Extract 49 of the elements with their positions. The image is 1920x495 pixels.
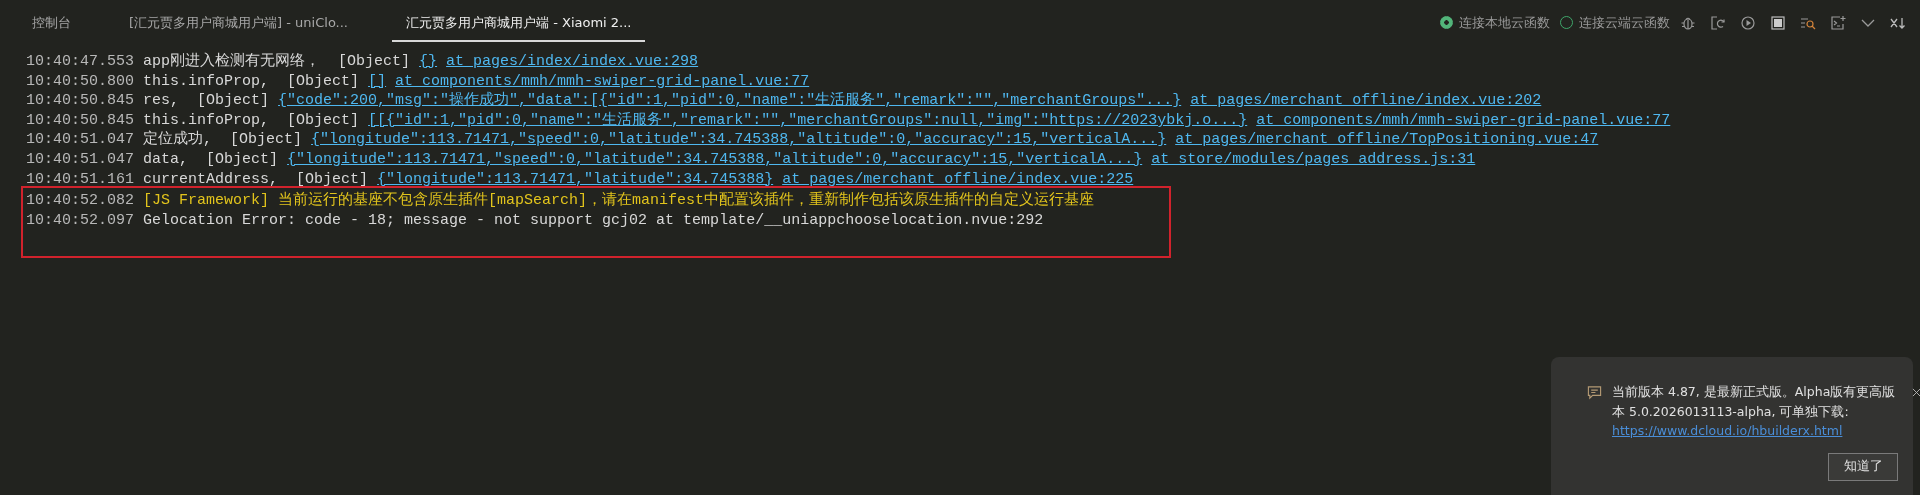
log-timestamp: 10:40:52.097	[26, 210, 135, 231]
download-link[interactable]: https://www.dcloud.io/hbuilderx.html	[1612, 423, 1843, 438]
warning-message: [JS Framework] 当前运行的基座不包含原生插件[mapSearch]，请在manifest中配置该插件，重新制作包括该原生插件的自定义运行基座	[143, 191, 1095, 211]
object-label: [Object]	[287, 71, 360, 92]
object-label: [Object]	[287, 110, 360, 131]
object-value-link[interactable]: {"longitude":113.71471,"speed":0,"latitude":34.745388,"altitude":0,"accuracy":15,"verticalA...}	[311, 130, 1167, 150]
log-message: 定位成功,	[143, 130, 213, 150]
log-timestamp: 10:40:50.845	[26, 110, 135, 131]
object-value-link[interactable]: {"code":200,"msg":"操作成功","data":[{"id":1,"pid":0,"name":"生活服务","remark":"","merchantGroups"...}	[278, 91, 1182, 111]
source-location-link[interactable]: at pages/merchant_offline/index.vue:225	[782, 169, 1134, 190]
source-location-link[interactable]: at components/mmh/mmh-swiper-grid-panel.vue:77	[395, 71, 810, 92]
log-timestamp: 10:40:47.553	[26, 52, 135, 72]
log-message: app刚进入检测有无网络，	[143, 52, 321, 72]
console-tab[interactable]: 控制台	[18, 5, 85, 42]
log-message: this.infoProp,	[143, 110, 270, 130]
connection-radio[interactable]: 连接本地云函数	[1440, 13, 1550, 32]
source-location-link[interactable]: at pages/index/index.vue:298	[446, 52, 699, 72]
object-value-link[interactable]: {"longitude":113.71471,"speed":0,"latitude":34.745388,"altitude":0,"accuracy":15,"verticalA...}	[287, 149, 1143, 170]
object-value-link[interactable]: {}	[419, 52, 438, 72]
notification-text: 当前版本 4.87, 是最新正式版。Alpha版有更高版本 5.0.2026013113-alpha, 可单独下载: https://www.dcloud.io/hbuilderx.html	[1612, 383, 1897, 440]
object-value-link[interactable]: {"longitude":113.71471,"latitude":34.745388}	[377, 169, 774, 190]
radio-label: 连接本地云函数	[1459, 13, 1550, 32]
log-timestamp: 10:40:51.161	[26, 169, 135, 190]
got-it-button[interactable]: 知道了	[1828, 452, 1898, 481]
object-label: [Object]	[230, 130, 303, 150]
object-label: [Object]	[206, 149, 279, 170]
connection-radio[interactable]: 连接云端云函数	[1560, 13, 1670, 32]
log-message: this.infoProp,	[143, 71, 270, 92]
log-timestamp: 10:40:50.845	[26, 91, 135, 111]
source-location-link[interactable]: at pages/merchant_offline/index.vue:202	[1190, 91, 1542, 111]
radio-label: 连接云端云函数	[1579, 13, 1670, 32]
object-value-link[interactable]: []	[368, 71, 387, 92]
log-message: data,	[143, 149, 189, 170]
console-tab[interactable]: [汇元贾多用户商城用户端] - uniClo...	[115, 5, 362, 42]
error-message: Gelocation Error: code - 18; message - not support gcj02 at template/__uniappchooselocation.nvue:292	[143, 210, 1044, 231]
source-location-link[interactable]: at pages/merchant_offline/TopPositioning.vue:47	[1175, 130, 1599, 150]
object-label: [Object]	[197, 91, 270, 111]
source-location-link[interactable]: at store/modules/pages_address.js:31	[1151, 149, 1476, 170]
log-message: res,	[143, 91, 180, 111]
object-label: [Object]	[296, 169, 369, 190]
log-timestamp: 10:40:52.082	[26, 191, 135, 211]
log-timestamp: 10:40:51.047	[26, 149, 135, 170]
source-location-link[interactable]: at components/mmh/mmh-swiper-grid-panel.vue:77	[1256, 110, 1671, 131]
object-value-link[interactable]: [[{"id":1,"pid":0,"name":"生活服务","remark":"","merchantGroups":null,"img":"https://2023ybkj.o...}	[368, 110, 1248, 131]
log-timestamp: 10:40:51.047	[26, 130, 135, 150]
log-message: currentAddress,	[143, 169, 279, 190]
log-timestamp: 10:40:50.800	[26, 71, 135, 92]
object-label: [Object]	[338, 52, 411, 72]
console-tab[interactable]: 汇元贾多用户商城用户端 - Xiaomi 2...	[392, 5, 646, 42]
